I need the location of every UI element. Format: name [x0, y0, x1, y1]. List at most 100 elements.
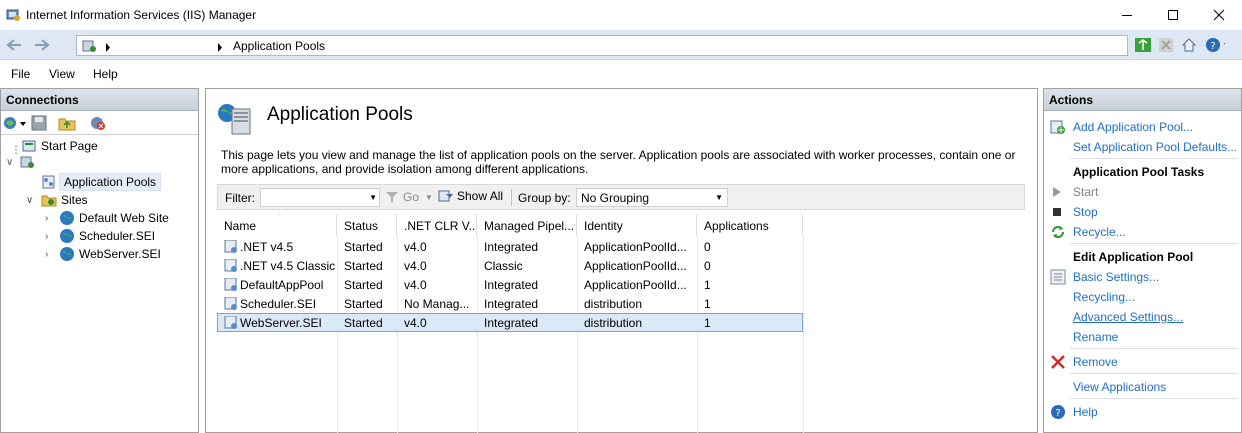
column-header-status[interactable]: Status	[337, 214, 397, 236]
tree-expand-chevron-icon[interactable]: ›	[45, 231, 48, 242]
breadcrumb-chevron-icon[interactable]	[217, 41, 223, 55]
address-box[interactable]: Application Pools	[76, 35, 1128, 56]
menu-file[interactable]: File	[11, 67, 30, 81]
chevron-down-icon[interactable]: ▼	[425, 193, 433, 202]
stop-square-icon	[1050, 205, 1064, 222]
globe-icon	[60, 247, 74, 261]
connections-toolbar	[1, 111, 198, 135]
column-header-name[interactable]: Name ⌃	[217, 214, 337, 236]
connections-header: Connections	[1, 89, 198, 111]
column-header-applications[interactable]: Applications	[697, 214, 803, 236]
tree-expand-chevron-icon[interactable]: ›	[45, 213, 48, 224]
stop-icon[interactable]	[1156, 35, 1176, 55]
close-button[interactable]	[1196, 0, 1242, 30]
tree-item-application-pools[interactable]: Application Pools	[41, 173, 162, 191]
show-all-button[interactable]: Show All	[438, 189, 503, 203]
recycle-icon	[1050, 224, 1066, 243]
add-pool-icon	[1050, 119, 1066, 138]
maximize-button[interactable]	[1150, 0, 1196, 30]
up-folder-icon[interactable]	[58, 115, 76, 134]
app-pool-icon	[224, 240, 237, 253]
table-row[interactable]: .NET v4.5 Classic Started v4.0 Classic A…	[217, 256, 803, 275]
tree-item-site[interactable]: WebServer.SEI	[59, 245, 161, 263]
cell-pipeline: Integrated	[484, 240, 539, 254]
table-row-selected[interactable]: WebServer.SEI Started v4.0 Integrated di…	[217, 313, 803, 332]
connections-panel: Connections ⋮ Start Page ∨ Application P…	[0, 88, 199, 433]
minimize-button[interactable]	[1104, 0, 1150, 30]
cell-status: Started	[344, 278, 383, 292]
action-basic-settings[interactable]: Basic Settings...	[1073, 270, 1159, 284]
action-start[interactable]: Start	[1073, 185, 1098, 199]
tree-item-server[interactable]	[19, 153, 35, 171]
action-add-application-pool[interactable]: Add Application Pool...	[1073, 120, 1193, 134]
actions-panel: Actions Add Application Pool... Set Appl…	[1043, 88, 1242, 433]
refresh-icon[interactable]	[1133, 35, 1153, 55]
action-help[interactable]: Help	[1073, 405, 1098, 419]
action-set-pool-defaults[interactable]: Set Application Pool Defaults...	[1073, 140, 1237, 154]
action-advanced-settings[interactable]: Advanced Settings...	[1073, 310, 1183, 324]
app-pool-icon	[224, 259, 237, 272]
page-title: Application Pools	[267, 104, 413, 125]
tree-expand-chevron-icon[interactable]: ›	[45, 249, 48, 260]
chevron-down-icon[interactable]: ▼	[369, 193, 377, 202]
filter-funnel-icon	[386, 192, 398, 202]
tree-item-sites[interactable]: Sites	[41, 191, 88, 209]
tree-item-site[interactable]: Default Web Site	[59, 209, 169, 227]
cell-apps: 1	[704, 316, 711, 330]
action-stop[interactable]: Stop	[1073, 205, 1098, 219]
column-header-pipeline[interactable]: Managed Pipel...	[477, 214, 577, 236]
actions-separator	[1070, 348, 1238, 349]
sort-ascending-icon: ⌃	[277, 214, 285, 221]
action-remove[interactable]: Remove	[1073, 355, 1118, 369]
address-bar: Application Pools ?	[0, 30, 1242, 60]
server-icon	[20, 156, 34, 168]
column-header-identity[interactable]: Identity	[577, 214, 697, 236]
table-row[interactable]: Scheduler.SEI Started No Manag... Integr…	[217, 294, 803, 313]
action-rename[interactable]: Rename	[1073, 330, 1118, 344]
filter-input[interactable]: ▼	[260, 188, 380, 207]
menu-help[interactable]: Help	[93, 67, 118, 81]
group-by-select[interactable]: No Grouping ▼	[576, 188, 728, 207]
title-bar: Internet Information Services (IIS) Mana…	[0, 0, 1242, 30]
group-by-label: Group by:	[518, 191, 571, 205]
tree-item-site[interactable]: Scheduler.SEI	[59, 227, 155, 245]
action-view-applications[interactable]: View Applications	[1073, 380, 1166, 394]
cell-status: Started	[344, 259, 383, 273]
section-header-edit-pool: Edit Application Pool	[1073, 250, 1194, 264]
cell-status: Started	[344, 316, 383, 330]
filter-label: Filter:	[225, 191, 255, 205]
home-icon[interactable]	[1179, 35, 1199, 55]
back-arrow-icon[interactable]	[4, 36, 24, 54]
breadcrumb-chevron-icon[interactable]	[105, 41, 111, 55]
toolbar-separator	[511, 189, 512, 206]
table-row[interactable]: DefaultAppPool Started v4.0 Integrated A…	[217, 275, 803, 294]
show-all-icon	[438, 190, 453, 202]
content-pane: Application Pools This page lets you vie…	[205, 88, 1038, 433]
go-button[interactable]: Go ▼	[385, 190, 433, 204]
action-recycle[interactable]: Recycle...	[1073, 225, 1126, 239]
cell-identity: ApplicationPoolId...	[584, 259, 687, 273]
help-menu-icon[interactable]: ?	[1205, 35, 1225, 55]
forward-arrow-icon[interactable]	[32, 36, 52, 54]
remove-x-icon	[1050, 354, 1066, 373]
actions-separator	[1070, 243, 1238, 244]
disconnect-icon[interactable]	[89, 115, 107, 134]
table-row[interactable]: .NET v4.5 Started v4.0 Integrated Applic…	[217, 237, 803, 256]
cell-apps: 1	[704, 278, 711, 292]
menu-view[interactable]: View	[49, 67, 75, 81]
cell-identity: distribution	[584, 316, 643, 330]
action-recycling[interactable]: Recycling...	[1073, 290, 1135, 304]
cell-name: .NET v4.5 Classic	[224, 259, 336, 273]
connect-globe-icon[interactable]	[3, 115, 27, 134]
save-icon[interactable]	[31, 115, 47, 134]
actions-header: Actions	[1044, 89, 1241, 111]
app-pools-icon	[42, 175, 55, 189]
cell-name: .NET v4.5	[224, 240, 336, 254]
tree-collapse-chevron-icon[interactable]: ∨	[26, 195, 33, 206]
tree-collapse-chevron-icon[interactable]: ∨	[6, 157, 13, 168]
breadcrumb-app-pools[interactable]: Application Pools	[233, 39, 325, 53]
chevron-down-icon: ▼	[715, 193, 723, 202]
actions-separator	[1070, 373, 1238, 374]
column-header-clr-version[interactable]: .NET CLR V...	[397, 214, 477, 236]
cell-identity: ApplicationPoolId...	[584, 240, 687, 254]
